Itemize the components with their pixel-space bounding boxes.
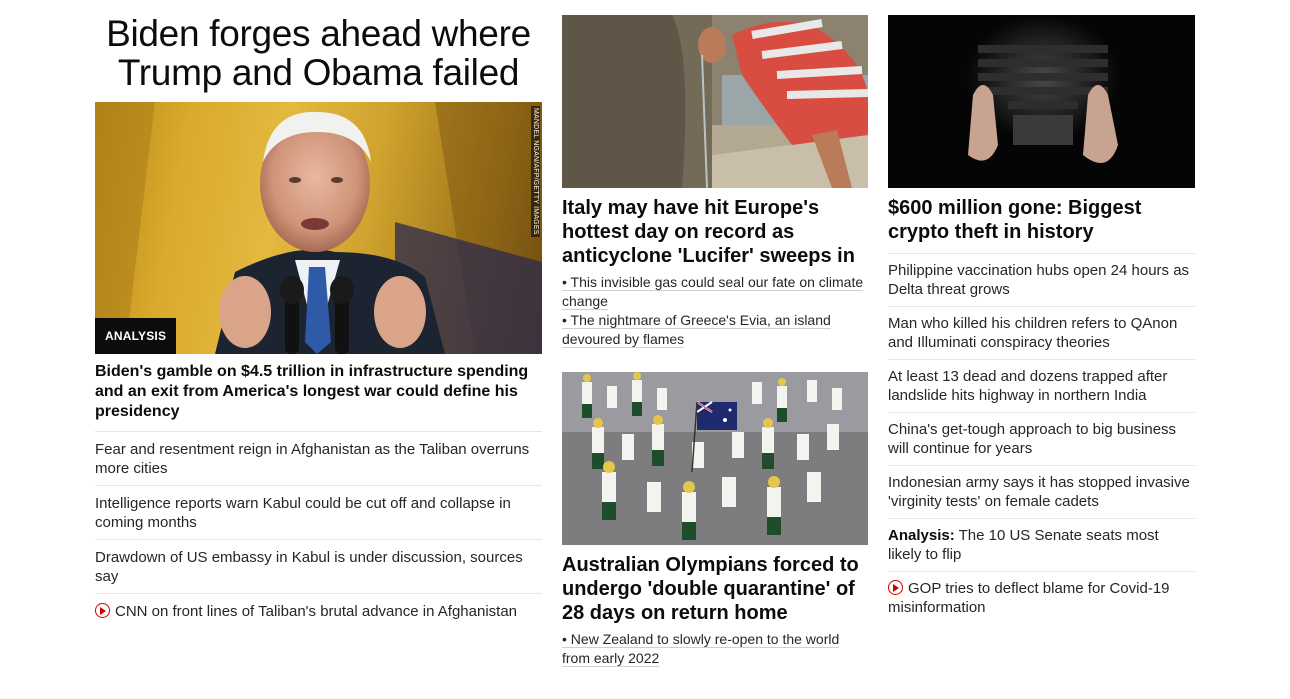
related-link[interactable]: • This invisible gas could seal our fate… [562,273,868,311]
related-link[interactable]: Intelligence reports warn Kabul could be… [95,495,511,531]
lead-story-headline[interactable]: Biden's gamble on $4.5 trillion in infra… [95,362,542,422]
list-item[interactable]: Intelligence reports warn Kabul could be… [95,485,542,539]
analysis-story-link[interactable]: Analysis: The 10 US Senate seats most li… [888,527,1159,563]
play-circle-icon [888,580,903,595]
banner-headline[interactable]: Biden forges ahead where Trump and Obama… [95,14,542,92]
fountain-photo [562,15,868,188]
list-item[interactable]: Indonesian army says it has stopped inva… [888,465,1195,518]
right-column: $600 million gone: Biggest crypto theft … [888,15,1195,624]
analysis-label: Analysis: [888,527,955,544]
italy-related-links: • This invisible gas could seal our fate… [562,273,868,349]
olympics-image[interactable] [562,372,868,545]
list-item[interactable]: Philippine vaccination hubs open 24 hour… [888,253,1195,306]
list-item[interactable]: Fear and resentment reign in Afghanistan… [95,431,542,485]
story-link[interactable]: Indonesian army says it has stopped inva… [888,474,1190,510]
crypto-headline[interactable]: $600 million gone: Biggest crypto theft … [888,196,1195,244]
video-link[interactable]: CNN on front lines of Taliban's brutal a… [115,603,517,620]
italy-headline[interactable]: Italy may have hit Europe's hottest day … [562,196,868,268]
play-circle-icon [95,603,110,618]
story-link[interactable]: China's get-tough approach to big busine… [888,421,1176,457]
related-link[interactable]: Fear and resentment reign in Afghanistan… [95,441,529,477]
crypto-theft-image[interactable] [888,15,1195,188]
list-item[interactable]: At least 13 dead and dozens trapped afte… [888,359,1195,412]
related-links-list: Fear and resentment reign in Afghanistan… [95,431,542,621]
photo-credit: MANDEL NGAN/AFP/GETTY IMAGES [531,106,540,237]
middle-column: Italy may have hit Europe's hottest day … [562,15,868,668]
analysis-badge: ANALYSIS [95,318,177,354]
lead-column: Biden forges ahead where Trump and Obama… [95,14,542,621]
top-stories-list: Philippine vaccination hubs open 24 hour… [888,253,1195,624]
story-link[interactable]: Philippine vaccination hubs open 24 hour… [888,262,1189,298]
list-item[interactable]: China's get-tough approach to big busine… [888,412,1195,465]
olympians-photo [562,372,868,545]
italy-heat-image[interactable] [562,15,868,188]
list-item[interactable]: GOP tries to deflect blame for Covid-19 … [888,571,1195,624]
list-item[interactable]: Man who killed his children refers to QA… [888,306,1195,359]
related-link[interactable]: Drawdown of US embassy in Kabul is under… [95,549,523,585]
story-link[interactable]: Man who killed his children refers to QA… [888,315,1177,351]
olympics-related-links: • New Zealand to slowly re-open to the w… [562,630,868,668]
related-link[interactable]: • New Zealand to slowly re-open to the w… [562,630,868,668]
olympics-headline[interactable]: Australian Olympians forced to undergo '… [562,553,868,625]
biden-photo [95,102,542,354]
laptop-photo [888,15,1195,188]
list-item[interactable]: Drawdown of US embassy in Kabul is under… [95,539,542,593]
video-link[interactable]: GOP tries to deflect blame for Covid-19 … [888,580,1170,616]
related-link[interactable]: • The nightmare of Greece's Evia, an isl… [562,311,868,349]
list-item[interactable]: Analysis: The 10 US Senate seats most li… [888,518,1195,571]
list-item[interactable]: CNN on front lines of Taliban's brutal a… [95,593,542,621]
hero-image[interactable]: MANDEL NGAN/AFP/GETTY IMAGES ANALYSIS [95,102,542,354]
story-link[interactable]: At least 13 dead and dozens trapped afte… [888,368,1167,404]
